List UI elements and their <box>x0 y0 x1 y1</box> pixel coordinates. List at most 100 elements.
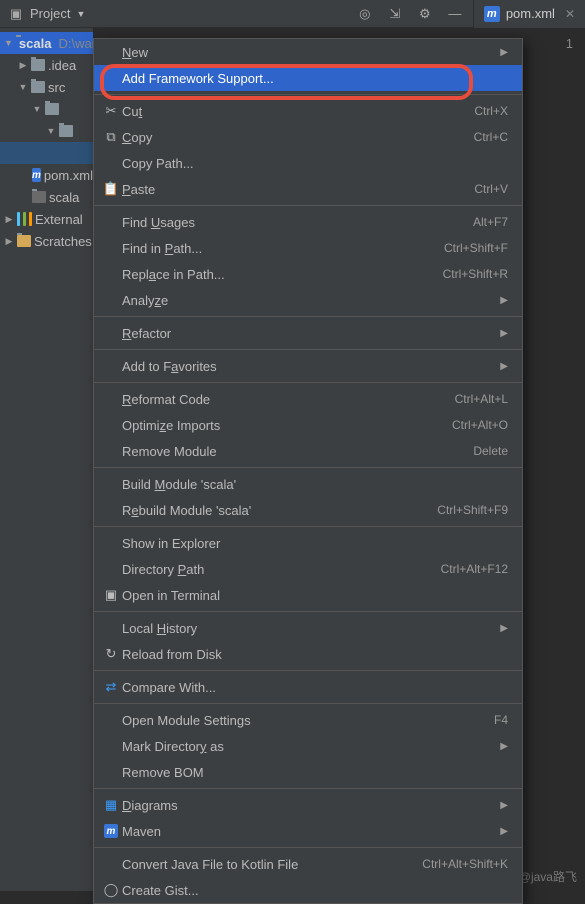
menu-open-terminal[interactable]: ▣Open in Terminal <box>94 582 522 608</box>
maven-icon: m <box>104 824 118 838</box>
close-icon[interactable]: ✕ <box>565 7 575 21</box>
menu-remove-bom[interactable]: Remove BOM <box>94 759 522 785</box>
tree-item-scala-mod[interactable]: scala <box>0 186 93 208</box>
menu-build-module[interactable]: Build Module 'scala' <box>94 471 522 497</box>
project-title: Project <box>30 6 70 21</box>
tree-item[interactable]: ▼ <box>0 120 93 142</box>
compare-icon: ⇄ <box>100 679 122 695</box>
folder-icon <box>31 81 45 93</box>
paste-icon: 📋 <box>100 181 122 197</box>
separator <box>94 788 522 789</box>
locate-icon[interactable]: ◎ <box>357 6 373 22</box>
submenu-icon: ▶ <box>500 328 508 339</box>
gear-icon[interactable]: ⚙ <box>417 6 433 22</box>
chevron-down-icon: ▼ <box>18 82 28 92</box>
project-tree[interactable]: ▼ scala D:\wanjian\workspace\scala ▶ .id… <box>0 28 93 891</box>
separator <box>94 94 522 95</box>
tree-item-pom[interactable]: m pom.xml <box>0 164 93 186</box>
menu-compare-with[interactable]: ⇄Compare With... <box>94 674 522 700</box>
menu-reload-disk[interactable]: ↻Reload from Disk <box>94 641 522 667</box>
menu-optimize-imports[interactable]: Optimize ImportsCtrl+Alt+O <box>94 412 522 438</box>
github-icon: ◯ <box>100 882 122 898</box>
scratch-icon <box>17 235 31 247</box>
chevron-down-icon: ▼ <box>4 38 13 48</box>
menu-diagrams[interactable]: ▦Diagrams▶ <box>94 792 522 818</box>
folder-icon <box>31 59 45 71</box>
copy-icon: ⧉ <box>100 129 122 145</box>
submenu-icon: ▶ <box>500 623 508 634</box>
menu-paste[interactable]: 📋PasteCtrl+V <box>94 176 522 202</box>
menu-mark-directory-as[interactable]: Mark Directory as▶ <box>94 733 522 759</box>
project-icon: ▣ <box>8 6 24 22</box>
maven-file-icon: m <box>484 6 500 22</box>
submenu-icon: ▶ <box>500 826 508 837</box>
cut-icon: ✂ <box>100 103 122 119</box>
tree-item[interactable]: ▼ <box>0 98 93 120</box>
menu-new[interactable]: New▶ <box>94 39 522 65</box>
separator <box>94 611 522 612</box>
menu-copy[interactable]: ⧉CopyCtrl+C <box>94 124 522 150</box>
menu-rebuild-module[interactable]: Rebuild Module 'scala'Ctrl+Shift+F9 <box>94 497 522 523</box>
editor-tab[interactable]: m pom.xml ✕ <box>473 0 585 28</box>
terminal-icon: ▣ <box>100 587 122 603</box>
reload-icon: ↻ <box>100 646 122 662</box>
tab-filename: pom.xml <box>506 6 555 21</box>
maven-file-icon: m <box>32 168 41 182</box>
menu-create-gist[interactable]: ◯Create Gist... <box>94 877 522 903</box>
separator <box>94 847 522 848</box>
submenu-icon: ▶ <box>500 295 508 306</box>
separator <box>94 526 522 527</box>
separator <box>94 670 522 671</box>
menu-convert-kotlin[interactable]: Convert Java File to Kotlin FileCtrl+Alt… <box>94 851 522 877</box>
menu-find-in-path[interactable]: Find in Path...Ctrl+Shift+F <box>94 235 522 261</box>
libs-icon <box>17 212 20 226</box>
tree-item-src[interactable]: ▼ src <box>0 76 93 98</box>
submenu-icon: ▶ <box>500 741 508 752</box>
menu-directory-path[interactable]: Directory PathCtrl+Alt+F12 <box>94 556 522 582</box>
tree-external-libs[interactable]: ▶ External <box>0 208 93 230</box>
menu-show-explorer[interactable]: Show in Explorer <box>94 530 522 556</box>
libs-icon <box>29 212 32 226</box>
tree-item-idea[interactable]: ▶ .idea <box>0 54 93 76</box>
menu-replace-in-path[interactable]: Replace in Path...Ctrl+Shift+R <box>94 261 522 287</box>
libs-icon <box>23 212 26 226</box>
tree-label: scala <box>19 36 52 51</box>
menu-analyze[interactable]: Analyze▶ <box>94 287 522 313</box>
separator <box>94 205 522 206</box>
chevron-right-icon: ▶ <box>18 60 28 71</box>
menu-add-favorites[interactable]: Add to Favorites▶ <box>94 353 522 379</box>
menu-remove-module[interactable]: Remove ModuleDelete <box>94 438 522 464</box>
folder-icon <box>45 103 59 115</box>
menu-open-module-settings[interactable]: Open Module SettingsF4 <box>94 707 522 733</box>
separator <box>94 349 522 350</box>
minimize-icon[interactable]: — <box>447 6 463 22</box>
menu-copy-path[interactable]: Copy Path... <box>94 150 522 176</box>
menu-add-framework-support[interactable]: Add Framework Support... <box>94 65 522 91</box>
chevron-down-icon: ▼ <box>46 126 56 136</box>
menu-cut[interactable]: ✂CutCtrl+X <box>94 98 522 124</box>
project-tool-window-header[interactable]: ▣ Project ▼ <box>0 6 93 22</box>
tree-label: .idea <box>48 58 76 73</box>
separator <box>94 316 522 317</box>
menu-maven[interactable]: mMaven▶ <box>94 818 522 844</box>
menu-local-history[interactable]: Local History▶ <box>94 615 522 641</box>
menu-reformat-code[interactable]: Reformat CodeCtrl+Alt+L <box>94 386 522 412</box>
menu-refactor[interactable]: Refactor▶ <box>94 320 522 346</box>
tree-label: src <box>48 80 65 95</box>
separator <box>94 382 522 383</box>
menu-find-usages[interactable]: Find UsagesAlt+F7 <box>94 209 522 235</box>
tree-label: External <box>35 212 83 227</box>
tree-root-scala[interactable]: ▼ scala D:\wanjian\workspace\scala <box>0 32 93 54</box>
dropdown-icon: ▼ <box>76 9 85 19</box>
tree-item[interactable] <box>0 142 93 164</box>
tree-scratches[interactable]: ▶ Scratches <box>0 230 93 252</box>
folder-icon <box>59 125 73 137</box>
file-icon <box>32 191 46 203</box>
chevron-down-icon: ▼ <box>32 104 42 114</box>
chevron-right-icon: ▶ <box>4 236 14 247</box>
expand-icon[interactable]: ⇲ <box>387 6 403 22</box>
tree-label: Scratches <box>34 234 92 249</box>
separator <box>94 703 522 704</box>
tree-path: D:\wanjian\workspace\scala <box>58 36 93 51</box>
chevron-right-icon: ▶ <box>4 214 14 225</box>
